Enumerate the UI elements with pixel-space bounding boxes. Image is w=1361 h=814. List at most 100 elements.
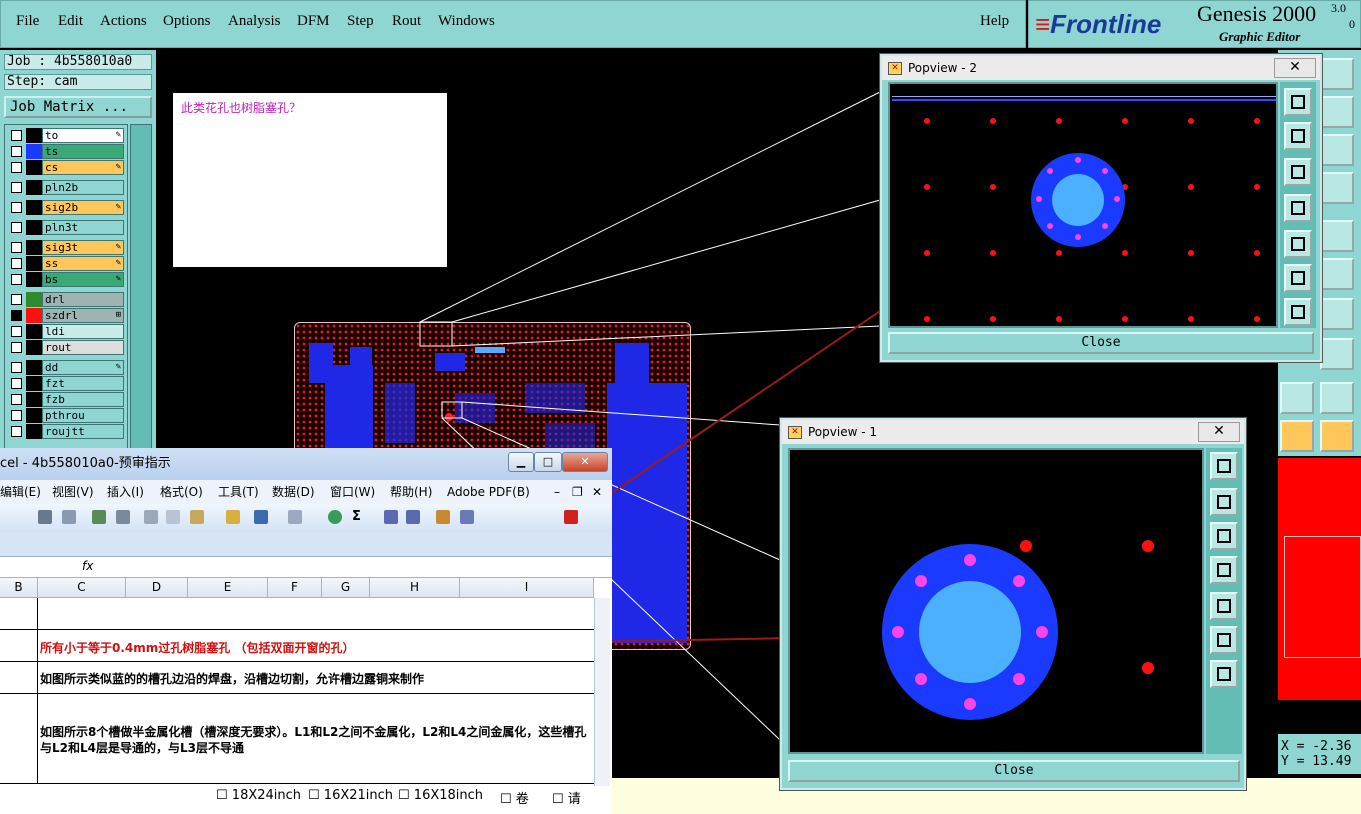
size-option-roll[interactable]: ☐ 卷 — [500, 788, 529, 807]
excel-maximize-button[interactable]: □ — [534, 452, 562, 472]
popview-1-window: ✕ Popview - 1 ✕ Close — [779, 417, 1247, 791]
excel-vertical-scrollbar[interactable] — [594, 598, 610, 788]
popview-pan-down-icon[interactable] — [1284, 158, 1312, 186]
redo-icon[interactable] — [288, 510, 302, 524]
tool-zoom-home-icon[interactable] — [1320, 58, 1354, 90]
hyperlink-icon[interactable] — [328, 510, 342, 524]
excel-menu-help[interactable]: 帮助(H) — [390, 480, 432, 504]
coord-y: Y = 13.49 — [1281, 754, 1352, 769]
column-header[interactable]: G — [322, 578, 370, 597]
chart-wizard-icon[interactable] — [436, 510, 450, 524]
column-header[interactable]: F — [268, 578, 322, 597]
excel-menu-data[interactable]: 数据(D) — [272, 480, 315, 504]
excel-titlebar: cel - 4b558010a0-预审指示 ▁ □ ✕ — [0, 448, 612, 480]
table-row[interactable]: 如图所示8个槽做半金属化槽（槽深度无要求）。L1和L2之间不金属化，L2和L4之… — [0, 694, 594, 784]
undo-icon[interactable] — [254, 510, 268, 524]
popview-zoom-out-icon[interactable] — [1284, 298, 1312, 326]
excel-menu-bar: 编辑(E) 视图(V) 插入(I) 格式(O) 工具(T) 数据(D) 窗口(W… — [0, 480, 612, 504]
excel-close-button[interactable]: ✕ — [562, 452, 608, 472]
popview-zoom-home-icon[interactable] — [1210, 452, 1238, 480]
format-painter-icon[interactable] — [226, 510, 240, 524]
copy-icon[interactable] — [166, 510, 180, 524]
excel-minimize-button[interactable]: ▁ — [508, 452, 534, 472]
popview-pan-up-icon[interactable] — [1284, 122, 1312, 150]
cell-text: 所有小于等于0.4mm过孔树脂塞孔 （包括双面开窗的孔） — [40, 641, 355, 655]
research-icon[interactable] — [116, 510, 130, 524]
excel-menu-insert[interactable]: 插入(I) — [107, 480, 144, 504]
popview-zoom-home-icon[interactable] — [1284, 88, 1312, 116]
popview-2-close-button[interactable]: Close — [888, 332, 1314, 354]
popview-2-canvas[interactable] — [888, 82, 1278, 328]
popview-pan-left-icon[interactable] — [1284, 194, 1312, 222]
via-hole — [1052, 174, 1104, 226]
popview-zoom-in-icon[interactable] — [1210, 626, 1238, 654]
excel-menu-edit[interactable]: 编辑(E) — [0, 480, 41, 504]
popview-icon: ✕ — [888, 62, 902, 75]
print-icon[interactable] — [38, 510, 52, 524]
tool-select-box-icon[interactable] — [1320, 420, 1354, 452]
cell-text: 如图所示8个槽做半金属化槽（槽深度无要求）。L1和L2之间不金属化，L2和L4之… — [40, 725, 587, 755]
popview-1-title: ✕ Popview - 1 ✕ — [782, 420, 1244, 444]
column-header[interactable]: E — [188, 578, 268, 597]
popview-pan-right-icon[interactable] — [1284, 230, 1312, 258]
excel-title: cel - 4b558010a0-预审指示 — [0, 456, 171, 471]
tool-measure-icon[interactable] — [1320, 220, 1354, 252]
zoom-box-2 — [419, 321, 453, 347]
excel-window: cel - 4b558010a0-预审指示 ▁ □ ✕ 编辑(E) 视图(V) … — [0, 448, 612, 814]
size-option-18x24[interactable]: ☐ 18X24inch — [216, 788, 301, 803]
popview-pan-down-icon[interactable] — [1210, 522, 1238, 550]
popview-zoom-out-icon[interactable] — [1210, 660, 1238, 688]
popview-2-close-icon[interactable]: ✕ — [1274, 58, 1316, 78]
excel-menu-tools[interactable]: 工具(T) — [218, 480, 259, 504]
excel-menu-view[interactable]: 视图(V) — [52, 480, 94, 504]
popview-pan-right-icon[interactable] — [1210, 592, 1238, 620]
column-header[interactable]: H — [370, 578, 460, 597]
table-row[interactable] — [0, 598, 594, 630]
sort-descending-icon[interactable] — [406, 510, 420, 524]
autosum-icon[interactable]: Σ — [352, 510, 366, 524]
tool-select-icon[interactable] — [1280, 420, 1314, 452]
popview-2-window: ✕ Popview - 2 ✕ Close — [879, 53, 1323, 363]
column-header[interactable]: C — [38, 578, 126, 597]
tool-line-icon[interactable] — [1320, 298, 1354, 330]
coord-x: X = -2.36 — [1281, 739, 1352, 754]
popview-pan-up-icon[interactable] — [1210, 488, 1238, 516]
tool-grid-icon[interactable] — [1320, 172, 1354, 204]
excel-formula-bar[interactable]: fx — [0, 556, 612, 578]
tool-snap-icon[interactable] — [1320, 382, 1354, 414]
tool-cross-icon[interactable] — [1320, 258, 1354, 290]
spelling-icon[interactable] — [92, 510, 106, 524]
excel-menu-window[interactable]: 窗口(W) — [330, 480, 375, 504]
popview-1-close-button[interactable]: Close — [788, 760, 1240, 782]
popview-zoom-in-icon[interactable] — [1284, 264, 1312, 292]
excel-menu-format[interactable]: 格式(O) — [160, 480, 203, 504]
size-option-16x18[interactable]: ☐ 16X18inch — [398, 788, 483, 803]
cut-icon[interactable] — [144, 510, 158, 524]
table-row[interactable]: 所有小于等于0.4mm过孔树脂塞孔 （包括双面开窗的孔） — [0, 630, 594, 662]
sort-ascending-icon[interactable] — [384, 510, 398, 524]
excel-column-headers: B C D E F G H I — [0, 578, 594, 598]
size-option-16x21[interactable]: ☐ 16X21inch — [308, 788, 393, 803]
excel-doc-restore-icon[interactable]: ❐ — [572, 480, 583, 504]
excel-menu-adobe-pdf[interactable]: Adobe PDF(B) — [447, 480, 530, 504]
print-preview-icon[interactable] — [62, 510, 76, 524]
font-color-icon[interactable] — [564, 510, 578, 524]
excel-doc-minimize-icon[interactable]: – — [554, 480, 560, 504]
popview-icon: ✕ — [788, 426, 802, 439]
size-option-other[interactable]: ☐ 请 — [552, 788, 581, 807]
table-row[interactable]: 如图所示类似蓝的的槽孔边沿的焊盘，沿槽边切割，允许槽边露铜来制作 — [0, 662, 594, 694]
tool-minus-icon[interactable] — [1320, 338, 1354, 370]
column-header[interactable]: D — [126, 578, 188, 597]
tool-pan-all-icon[interactable] — [1320, 134, 1354, 166]
column-header[interactable]: I — [460, 578, 594, 597]
drawing-icon[interactable] — [460, 510, 474, 524]
tool-triangle-icon[interactable] — [1280, 382, 1314, 414]
column-header[interactable]: B — [0, 578, 38, 597]
excel-doc-close-icon[interactable]: ✕ — [592, 480, 602, 504]
popview-2-toolbar — [1280, 82, 1316, 328]
tool-pan-right-icon[interactable] — [1320, 96, 1354, 128]
popview-1-close-icon[interactable]: ✕ — [1198, 422, 1240, 442]
paste-icon[interactable] — [190, 510, 204, 524]
popview-pan-left-icon[interactable] — [1210, 556, 1238, 584]
popview-1-canvas[interactable] — [788, 448, 1204, 754]
